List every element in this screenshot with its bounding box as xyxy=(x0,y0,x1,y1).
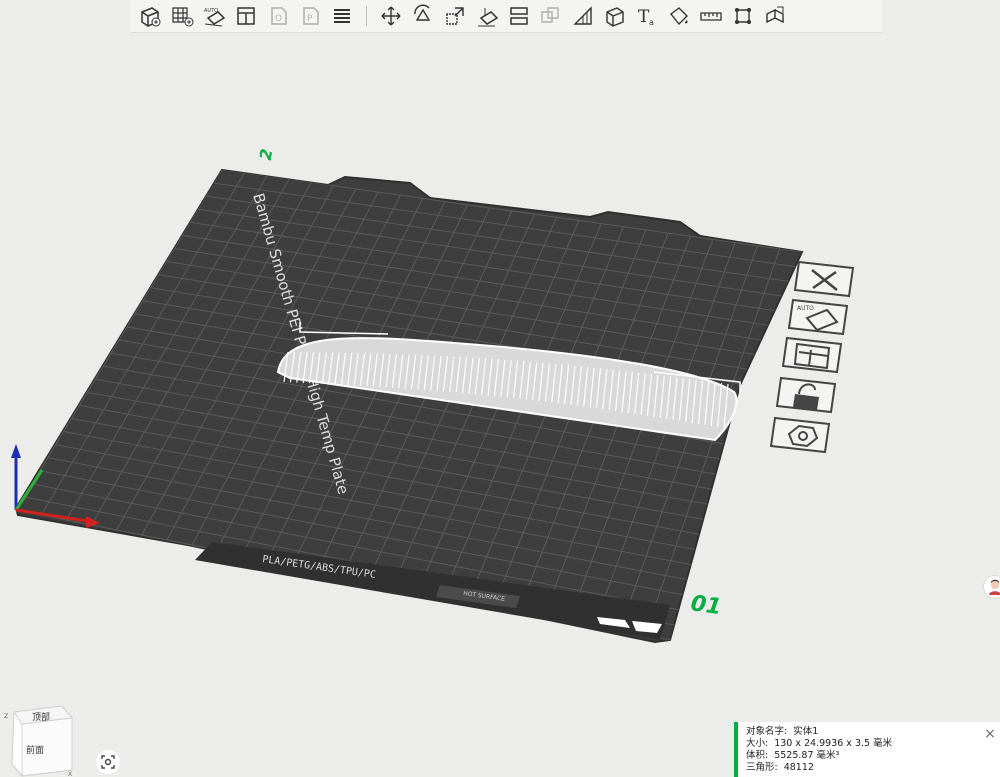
measure-button[interactable] xyxy=(695,1,727,31)
lay-on-face-button[interactable] xyxy=(471,1,503,31)
zoom-to-fit-button[interactable] xyxy=(96,750,120,774)
toolbar-separator xyxy=(366,6,367,26)
svg-text:AUTO: AUTO xyxy=(797,305,814,312)
object-volume-row: 体积: 5525.87 毫米³ xyxy=(746,750,992,762)
plate-index-mark[interactable]: 2 xyxy=(256,147,277,161)
arrange-button[interactable] xyxy=(230,1,262,31)
cut-button[interactable] xyxy=(503,1,535,31)
auto-orient-button[interactable]: AUTO xyxy=(198,1,230,31)
lock-button[interactable] xyxy=(775,376,837,414)
add-plate-icon xyxy=(172,7,194,27)
assembly-button[interactable] xyxy=(727,1,759,31)
object-context-menu: AUTO xyxy=(769,260,855,454)
move-icon xyxy=(381,6,401,26)
color-paint-icon xyxy=(670,7,688,26)
color-paint-button[interactable] xyxy=(663,1,695,31)
seam-paint-icon xyxy=(606,7,624,27)
svg-text:O: O xyxy=(275,14,282,24)
explode-button[interactable] xyxy=(759,1,791,31)
view-cube-axis-x: X xyxy=(68,771,72,777)
plate-number[interactable]: 01 xyxy=(689,591,723,620)
object-info-panel: 对象名字: 实体1 大小: 130 x 24.9936 x 3.5 毫米 体积: 55… xyxy=(734,722,1000,777)
object-name-row: 对象名字: 实体1 xyxy=(746,726,992,738)
avatar[interactable] xyxy=(983,575,1000,599)
object-name-label: 对象名字: xyxy=(746,726,788,737)
add-object-icon xyxy=(141,7,161,27)
split-objects-icon: O xyxy=(271,7,287,25)
close-icon[interactable]: × xyxy=(984,727,996,741)
arrange-icon xyxy=(237,7,255,25)
object-triangles-label: 三角形: xyxy=(746,762,778,773)
lay-on-face-icon xyxy=(478,8,499,27)
split-parts-icon: P xyxy=(303,7,319,25)
3d-viewport[interactable]: Bambu Smooth PEI Plate/High Temp Plate P… xyxy=(0,0,1000,777)
assembly-icon xyxy=(735,8,751,24)
svg-text:P: P xyxy=(307,14,313,24)
delete-button[interactable] xyxy=(793,260,855,298)
rotate-button[interactable] xyxy=(407,1,439,31)
text-icon: Ta xyxy=(638,7,654,27)
layers-icon xyxy=(334,9,350,23)
measure-icon xyxy=(700,12,722,21)
boolean-button[interactable] xyxy=(535,1,567,31)
main-toolbar: AUTO O P Ta xyxy=(130,0,882,33)
auto-orient-icon: AUTO xyxy=(204,8,226,27)
support-paint-icon xyxy=(573,6,592,25)
zoom-fit-icon xyxy=(101,755,115,769)
rotate-icon xyxy=(414,4,431,21)
scale-icon xyxy=(446,7,464,25)
object-volume-label: 体积: xyxy=(746,750,769,761)
object-size-row: 大小: 130 x 24.9936 x 3.5 毫米 xyxy=(746,738,992,750)
object-triangles-value: 48112 xyxy=(783,762,814,773)
view-cube-front-label[interactable]: 前面 xyxy=(26,744,44,756)
seam-paint-button[interactable] xyxy=(599,1,631,31)
support-paint-button[interactable] xyxy=(567,1,599,31)
view-cube-axis-z: Z xyxy=(4,713,8,720)
auto-orient-button[interactable]: AUTO xyxy=(787,298,849,336)
text-button[interactable]: Ta xyxy=(631,1,663,31)
arrange-button[interactable] xyxy=(781,336,843,374)
split-objects-button[interactable]: O xyxy=(262,1,294,31)
object-size-label: 大小: xyxy=(746,738,769,749)
move-button[interactable] xyxy=(375,1,407,31)
scale-button[interactable] xyxy=(439,1,471,31)
settings-button[interactable] xyxy=(769,416,831,454)
object-size-value: 130 x 24.9936 x 3.5 毫米 xyxy=(774,738,893,749)
split-parts-button[interactable]: P xyxy=(294,1,326,31)
view-cube[interactable]: 顶部 前面 Z X xyxy=(0,698,80,777)
boolean-icon xyxy=(541,7,559,23)
view-cube-top-label[interactable]: 顶部 xyxy=(32,711,50,723)
object-triangles-row: 三角形: 48112 xyxy=(746,762,992,774)
add-object-button[interactable] xyxy=(134,1,166,31)
object-volume-value: 5525.87 毫米³ xyxy=(774,750,840,761)
svg-text:a: a xyxy=(649,18,654,27)
cut-icon xyxy=(510,7,528,25)
layers-button[interactable] xyxy=(326,1,358,31)
explode-icon xyxy=(766,6,784,24)
object-name-value: 实体1 xyxy=(793,726,819,737)
avatar-icon xyxy=(989,579,1000,595)
add-plate-button[interactable] xyxy=(166,1,198,31)
